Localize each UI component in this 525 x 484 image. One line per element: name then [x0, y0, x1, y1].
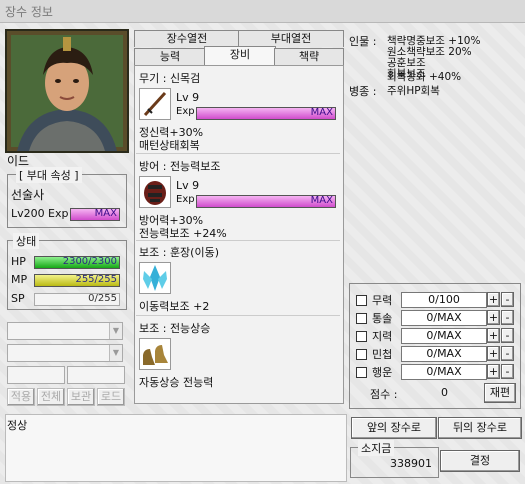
stat-plus-1[interactable]: + — [487, 292, 500, 307]
hero-portrait — [5, 29, 129, 153]
weapon-exp-bar: MAX — [196, 107, 336, 120]
aux2-effect-1: 자동상승 전능력 — [139, 376, 214, 389]
stat-plus-4[interactable]: + — [487, 346, 500, 361]
mp-text: 255/255 — [75, 274, 117, 285]
sp-label: SP — [11, 292, 25, 305]
hero-info-window: 장수 정보 이드 [ 부대 속성 ] 선술사 Lv200 Exp MAX 상태 … — [0, 0, 525, 484]
tab-hero-biography[interactable]: 장수열전 — [134, 30, 240, 47]
stat-value-1: 0/100 — [401, 292, 487, 308]
personality-line-5: 회복강화 +40% — [387, 71, 462, 83]
tab-ability[interactable]: 능력 — [134, 48, 206, 65]
armor-exp-label: Exp — [176, 194, 195, 205]
armor-exp-bar: MAX — [196, 195, 336, 208]
select-combo-2[interactable]: ▼ — [7, 344, 123, 362]
score-label: 점수 : — [370, 388, 398, 401]
stat-value-4: 0/MAX — [401, 346, 487, 362]
aux2-icon — [139, 338, 171, 370]
personality-label: 인물 : — [349, 35, 377, 48]
sp-text: 0/255 — [88, 293, 117, 304]
stat-minus-5[interactable]: - — [501, 364, 514, 379]
stat-name-5: 행운 — [372, 366, 393, 379]
hero-exp-text: MAX — [94, 208, 117, 219]
stat-minus-2[interactable]: - — [501, 310, 514, 325]
gold-value: 338901 — [390, 457, 432, 470]
weapon-icon — [139, 88, 171, 120]
mp-bar: 255/255 — [34, 274, 120, 287]
stat-name-1: 무력 — [372, 294, 393, 307]
unit-type-line-1: 주위HP회복 — [387, 85, 440, 97]
armor-header: 방어 : 전능력보조 — [139, 160, 221, 173]
armor-effect-2: 전능력보조 +24% — [139, 227, 227, 240]
aux1-effect-1: 이동력보조 +2 — [139, 300, 210, 313]
all-button[interactable]: 전체 — [37, 388, 65, 406]
stat-plus-3[interactable]: + — [487, 328, 500, 343]
stat-name-2: 통솔 — [372, 312, 393, 325]
weapon-exp-label: Exp — [176, 106, 195, 117]
armor-exp-text: MAX — [310, 195, 333, 206]
stat-name-3: 지력 — [372, 330, 393, 343]
status-area — [5, 414, 347, 482]
aux2-header: 보조 : 전능상승 — [139, 322, 211, 335]
window-title: 장수 정보 — [5, 5, 53, 19]
divider — [136, 153, 340, 154]
sp-bar: 0/255 — [34, 293, 120, 306]
hero-exp-label: Exp — [48, 207, 69, 220]
chevron-down-icon: ▼ — [109, 345, 122, 361]
unit-type: 선술사 — [11, 188, 45, 202]
stat-minus-4[interactable]: - — [501, 346, 514, 361]
select-combo-1[interactable]: ▼ — [7, 322, 123, 340]
tab-unit-biography[interactable]: 부대열전 — [238, 30, 344, 47]
next-hero-button[interactable]: 뒤의 장수로 — [438, 417, 522, 439]
unit-type-label: 병종 : — [349, 85, 377, 98]
stat-minus-3[interactable]: - — [501, 328, 514, 343]
text-field-2[interactable] — [67, 366, 125, 384]
stat-checkbox-2[interactable] — [356, 313, 367, 324]
keep-button[interactable]: 보관 — [67, 388, 95, 406]
hero-level: Lv200 — [11, 207, 45, 220]
stat-checkbox-4[interactable] — [356, 349, 367, 360]
weapon-level: Lv 9 — [176, 91, 200, 104]
hp-text: 2300/2300 — [62, 256, 117, 267]
aux1-icon — [139, 262, 171, 294]
stat-minus-1[interactable]: - — [501, 292, 514, 307]
aux1-header: 보조 : 훈장(이동) — [139, 246, 220, 259]
load-button[interactable]: 로드 — [97, 388, 125, 406]
stat-plus-2[interactable]: + — [487, 310, 500, 325]
prev-hero-button[interactable]: 앞의 장수로 — [351, 417, 437, 439]
weapon-exp-text: MAX — [310, 107, 333, 118]
title-bar[interactable]: 장수 정보 — [0, 0, 525, 23]
hero-exp-bar: MAX — [70, 208, 120, 221]
text-field-1[interactable] — [7, 366, 65, 384]
stat-checkbox-3[interactable] — [356, 331, 367, 342]
tab-strategy[interactable]: 책략 — [274, 48, 344, 65]
hp-bar: 2300/2300 — [34, 256, 120, 269]
stat-checkbox-1[interactable] — [356, 295, 367, 306]
stat-name-4: 민첩 — [372, 348, 393, 361]
divider — [136, 315, 340, 316]
weapon-effect-2: 매턴상태회복 — [139, 139, 200, 152]
unit-attribute-title: [ 부대 속성 ] — [16, 167, 82, 183]
stat-value-3: 0/MAX — [401, 328, 487, 344]
stat-value-5: 0/MAX — [401, 364, 487, 380]
hp-label: HP — [11, 255, 26, 268]
armor-icon — [139, 176, 171, 208]
status-text: 정상 — [7, 419, 28, 432]
apply-button[interactable]: 적용 — [7, 388, 35, 406]
chevron-down-icon: ▼ — [109, 323, 122, 339]
reassign-button[interactable]: 재편 — [484, 383, 516, 403]
divider — [136, 240, 340, 241]
confirm-button[interactable]: 결정 — [440, 450, 520, 472]
weapon-header: 무기 : 신목검 — [139, 72, 201, 85]
mp-label: MP — [11, 273, 28, 286]
stat-value-2: 0/MAX — [401, 310, 487, 326]
armor-level: Lv 9 — [176, 179, 200, 192]
stat-checkbox-5[interactable] — [356, 367, 367, 378]
score-value: 0 — [441, 386, 448, 399]
stat-plus-5[interactable]: + — [487, 364, 500, 379]
tab-equipment[interactable]: 장비 — [204, 46, 276, 65]
status-title: 상태 — [13, 233, 40, 249]
gold-label: 소지금 — [358, 440, 395, 456]
